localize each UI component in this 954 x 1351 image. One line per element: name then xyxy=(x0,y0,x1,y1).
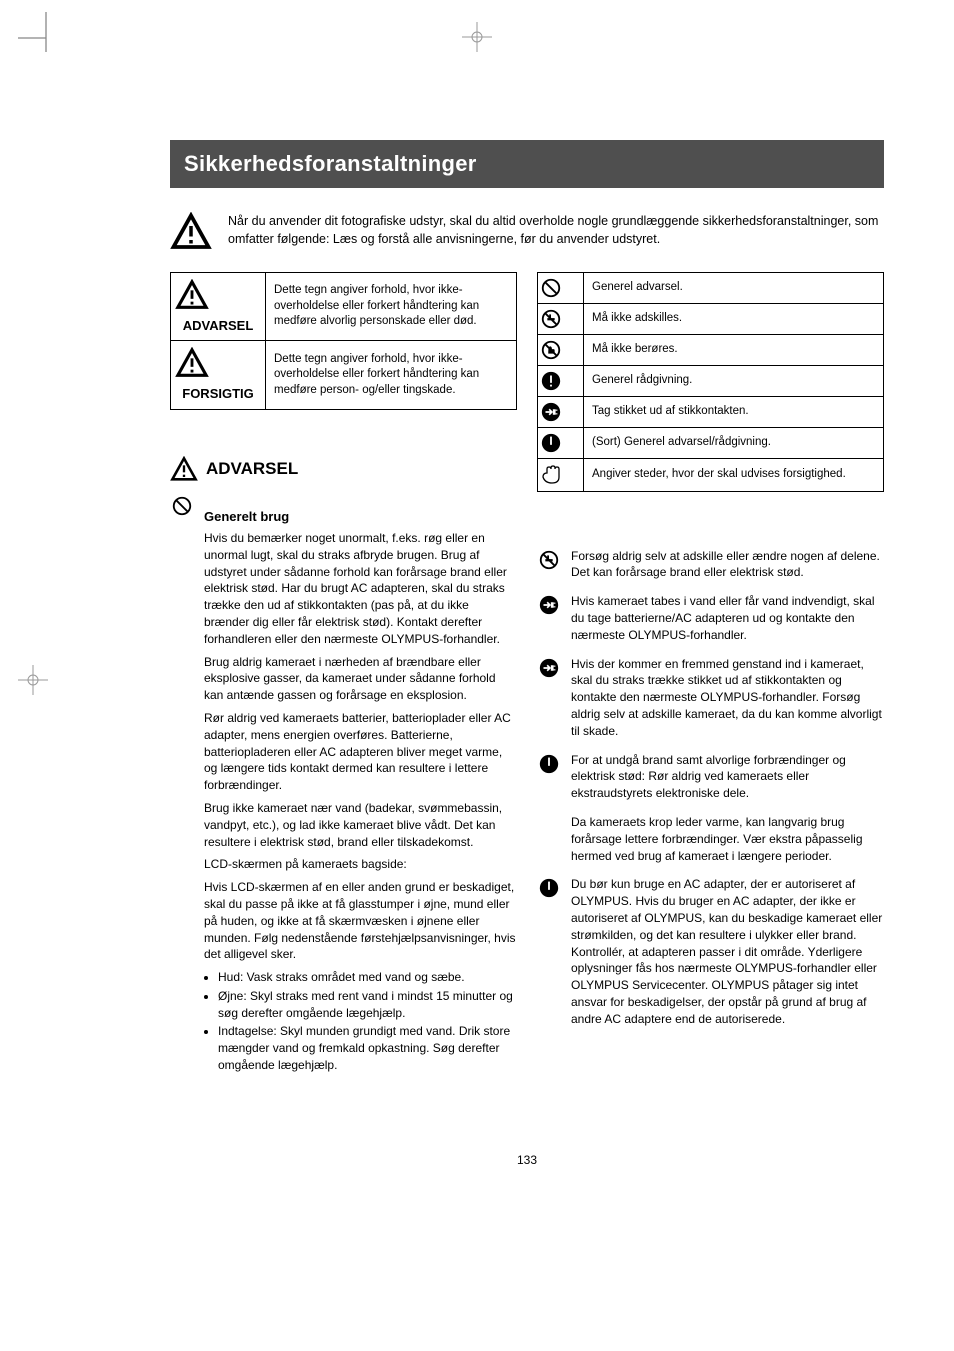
page-title: Sikkerhedsforanstaltninger xyxy=(170,140,884,188)
body-text: Hvis der kommer en fremmed genstand ind … xyxy=(571,656,884,740)
body-text: LCD-skærmen på kameraets bagside: xyxy=(204,856,517,873)
no-disassemble-icon xyxy=(538,303,584,334)
unplug-icon xyxy=(537,594,561,616)
list-item: Øjne: Skyl straks med rent vand i mindst… xyxy=(218,988,517,1022)
body-text: Brug aldrig kameraet i nærheden af brænd… xyxy=(204,654,517,704)
forsigtig-label: FORSIGTIG xyxy=(175,381,261,403)
black-circle-icon xyxy=(537,753,561,775)
warning-triangle-icon xyxy=(175,347,261,381)
body-text: Hvis du bemærker noget unormalt, f.eks. … xyxy=(204,530,517,648)
symbol-desc: Tag stikket ud af stikkontakten. xyxy=(584,396,884,427)
advarsel-text: Dette tegn angiver forhold, hvor ikke-ov… xyxy=(266,272,517,341)
symbol-desc: Må ikke berøres. xyxy=(584,334,884,365)
unplug-icon xyxy=(538,396,584,427)
severity-table: ADVARSEL Dette tegn angiver forhold, hvo… xyxy=(170,272,517,410)
list-item: Indtagelse: Skyl munden grundigt med van… xyxy=(218,1023,517,1073)
body-text: Hvis kameraet tabes i vand eller får van… xyxy=(571,593,884,643)
symbol-desc: Generel advarsel. xyxy=(584,272,884,303)
symbol-desc: Angiver steder, hvor der skal udvises fo… xyxy=(584,458,884,491)
warning-triangle-icon xyxy=(170,212,212,254)
page-number: 133 xyxy=(170,1152,884,1168)
prohibit-icon xyxy=(538,272,584,303)
body-text: Brug ikke kameraet nær vand (badekar, sv… xyxy=(204,800,517,850)
list-item: Hud: Vask straks området med vand og sæb… xyxy=(218,969,517,986)
forsigtig-text: Dette tegn angiver forhold, hvor ikke-ov… xyxy=(266,341,517,410)
black-circle-icon xyxy=(538,427,584,458)
symbol-desc: (Sort) Generel advarsel/rådgivning. xyxy=(584,427,884,458)
mandatory-icon xyxy=(538,365,584,396)
intro-text: Når du anvender dit fotografiske udstyr,… xyxy=(228,212,884,250)
body-text: Forsøg aldrig selv at adskille eller ænd… xyxy=(571,548,884,582)
warning-heading: ADVARSEL xyxy=(170,456,517,484)
body-text: For at undgå brand samt alvorlige forbræ… xyxy=(571,752,884,802)
prohibit-icon xyxy=(170,495,194,517)
first-aid-list: Hud: Vask straks området med vand og sæb… xyxy=(204,969,517,1074)
caution-hand-icon xyxy=(538,458,584,491)
body-text: Du bør kun bruge en AC adapter, der er a… xyxy=(571,876,884,1027)
body-text: Da kameraets krop leder varme, kan langv… xyxy=(571,814,884,864)
no-disassemble-icon xyxy=(537,549,561,571)
no-touch-icon xyxy=(538,334,584,365)
warning-triangle-icon xyxy=(175,279,261,313)
advarsel-label: ADVARSEL xyxy=(175,313,261,335)
warning-triangle-icon xyxy=(170,456,198,484)
subheading-general: Generelt brug xyxy=(204,508,517,526)
symbol-desc: Generel rådgivning. xyxy=(584,365,884,396)
body-text: Rør aldrig ved kameraets batterier, batt… xyxy=(204,710,517,794)
body-text: Hvis LCD-skærmen af en eller anden grund… xyxy=(204,879,517,963)
symbol-desc: Må ikke adskilles. xyxy=(584,303,884,334)
unplug-icon xyxy=(537,657,561,679)
black-circle-icon xyxy=(537,877,561,899)
symbol-table: Generel advarsel. Må ikke adskilles. Må … xyxy=(537,272,884,492)
